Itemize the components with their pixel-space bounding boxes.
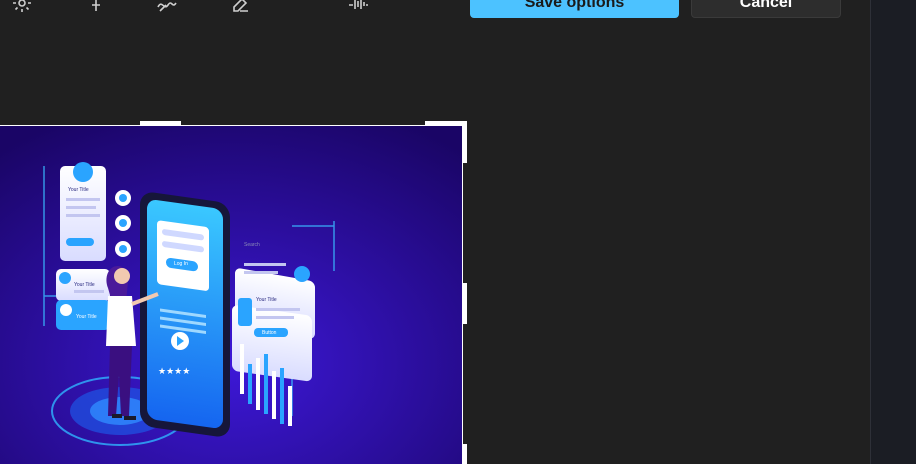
resize-handle-top-right[interactable] [425, 121, 467, 126]
smartphone: Log In ★★★★ [140, 192, 230, 437]
svg-text:★★★★: ★★★★ [158, 367, 190, 377]
resize-handle-top-right[interactable] [462, 121, 467, 163]
side-panel [870, 0, 916, 464]
search-placeholder: Search [244, 242, 260, 248]
draw-icon[interactable] [156, 0, 180, 14]
card-button-text: Button [262, 330, 277, 336]
erase-icon[interactable] [228, 0, 252, 14]
card-title: Your Title [76, 314, 97, 320]
resize-handle-bottom-right[interactable] [462, 444, 467, 464]
card-title: Your Title [74, 282, 95, 288]
pin-icon[interactable] [84, 0, 108, 14]
app-ui-illustration: Your Title Your Title Your Title Log In … [0, 126, 462, 464]
card-title: Your Title [256, 297, 277, 303]
media-card: Your Title [56, 269, 110, 301]
brightness-icon[interactable] [10, 0, 34, 14]
resize-handle-top[interactable] [140, 121, 181, 126]
card-title: Your Title [68, 187, 89, 193]
profile-card: Your Title [60, 162, 106, 261]
editing-toolbar [0, 0, 420, 14]
save-options-button[interactable]: Save options [470, 0, 679, 18]
login-button-text: Log In [174, 261, 188, 267]
cancel-button[interactable]: Cancel [691, 0, 841, 18]
info-card: Your Title [56, 300, 110, 330]
adjust-icon[interactable] [346, 0, 370, 14]
resize-handle-right[interactable] [462, 283, 467, 324]
image-canvas[interactable]: Your Title Your Title Your Title Log In … [0, 125, 463, 464]
